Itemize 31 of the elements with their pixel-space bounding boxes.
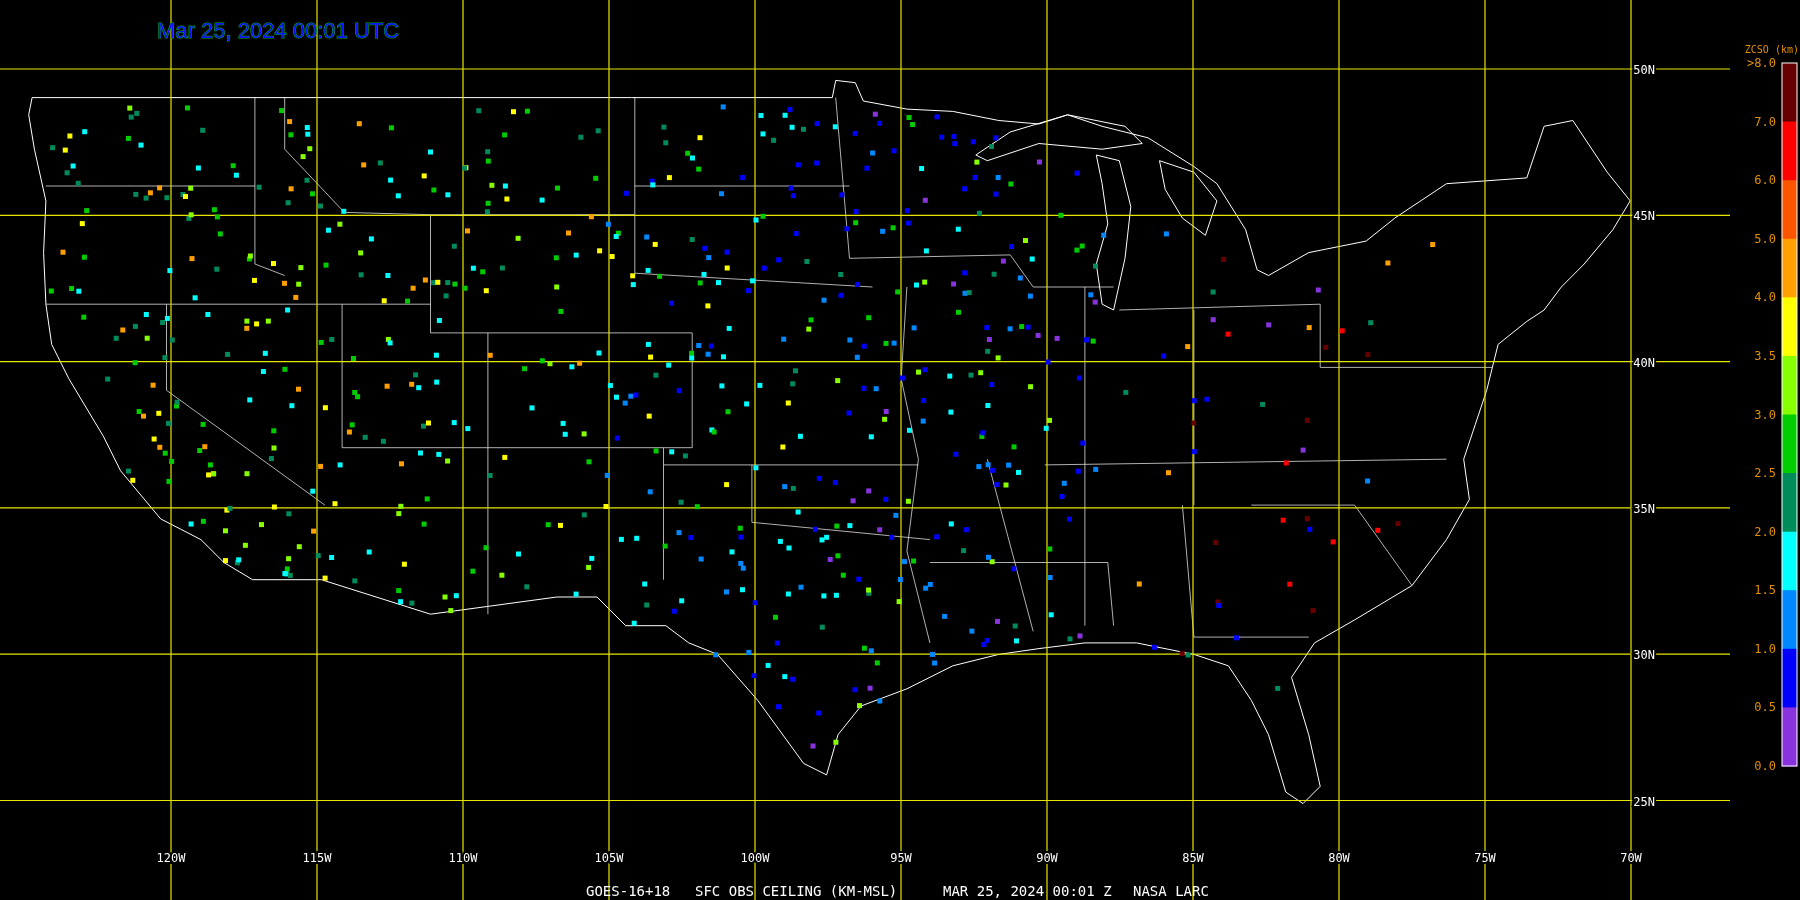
legend-title: ZCSO (km)	[1744, 44, 1799, 55]
latitude-label: 50N	[1633, 63, 1655, 77]
longitude-label: 75W	[1474, 851, 1496, 865]
map-caption: MAR 25, 2024 00:01 Z	[943, 883, 1112, 899]
map-caption: GOES-16+18	[586, 883, 671, 899]
scale-label: 6.0	[1754, 173, 1776, 188]
scale-label: 5.0	[1754, 231, 1776, 246]
longitude-label: 100W	[740, 851, 770, 865]
map-caption: SFC OBS CEILING (KM-MSL)	[695, 883, 898, 899]
longitude-label: 110W	[448, 851, 478, 865]
scale-label: 7.0	[1754, 114, 1776, 129]
scale-label: 0.0	[1754, 759, 1776, 773]
longitude-label: 70W	[1620, 851, 1642, 865]
longitude-label: 90W	[1036, 851, 1058, 865]
scale-label: >8.0	[1747, 56, 1776, 70]
longitude-label: 80W	[1328, 851, 1350, 865]
map-caption: NASA LARC	[1133, 883, 1209, 899]
scale-label: 2.0	[1754, 524, 1776, 539]
longitude-label: 85W	[1182, 851, 1204, 865]
map-title: Mar 25, 2024 00:01 UTC	[157, 18, 400, 43]
longitude-label: 95W	[890, 851, 912, 865]
longitude-label: 120W	[156, 851, 186, 865]
longitude-label: 115W	[302, 851, 332, 865]
scale-label: 2.5	[1754, 466, 1776, 481]
scale-label: 1.5	[1754, 583, 1776, 598]
scale-label: 4.0	[1754, 290, 1776, 305]
scale-label: 3.0	[1754, 407, 1776, 422]
scale-label: 1.0	[1754, 641, 1776, 656]
scale-label: 0.5	[1754, 700, 1776, 715]
longitude-label: 105W	[594, 851, 624, 865]
scale-label: 3.5	[1754, 348, 1776, 363]
